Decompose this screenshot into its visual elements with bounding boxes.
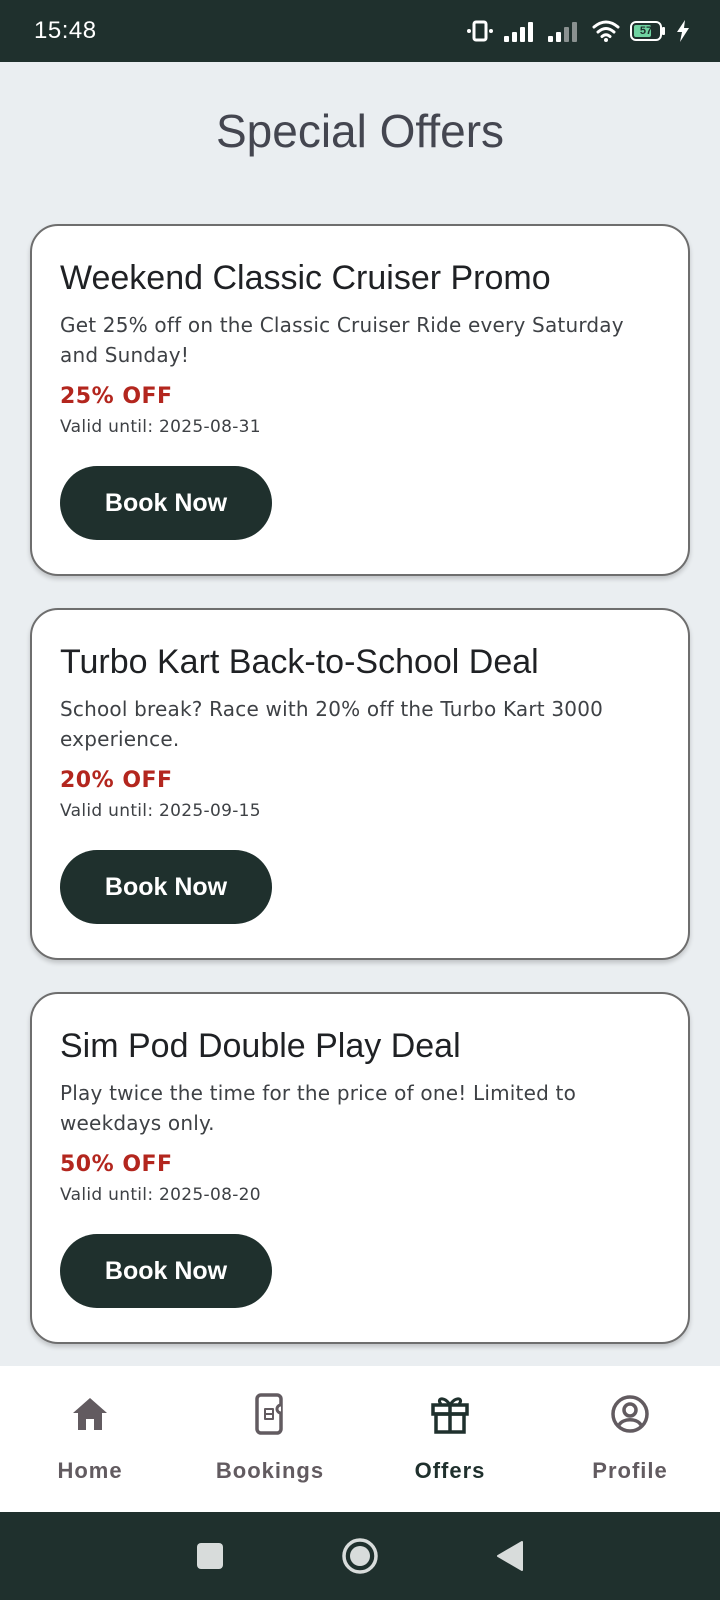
offer-description: School break? Race with 20% off the Turb… — [60, 697, 604, 751]
recents-icon — [197, 1543, 223, 1569]
offer-valid-until: Valid until: 2025-08-31 — [60, 417, 261, 437]
home-button[interactable] — [340, 1536, 380, 1576]
offer-card: Weekend Classic Cruiser Promo Get 25% of… — [30, 224, 690, 576]
nav-item-bookings[interactable]: Bookings — [180, 1366, 360, 1512]
offer-title: Turbo Kart Back-to-School Deal — [60, 643, 539, 681]
nav-label: Offers — [414, 1458, 486, 1483]
status-time: 15:48 — [34, 17, 97, 44]
back-icon — [497, 1541, 523, 1571]
signal-icon — [548, 20, 582, 42]
page-title: Special Offers — [215, 105, 505, 157]
offer-valid-until: Valid until: 2025-09-15 — [60, 801, 261, 821]
gift-icon — [429, 1392, 471, 1436]
signal-icon — [504, 20, 538, 42]
nav-item-profile[interactable]: Profile — [540, 1366, 720, 1512]
wifi-icon — [592, 20, 620, 42]
nav-label: Bookings — [215, 1458, 325, 1483]
charging-icon — [676, 20, 690, 42]
book-now-button[interactable]: Book Now — [60, 850, 272, 924]
nav-label: Home — [57, 1458, 123, 1483]
back-button[interactable] — [490, 1536, 530, 1576]
offer-card: Sim Pod Double Play Deal Play twice the … — [30, 992, 690, 1344]
status-icons: 57 — [466, 20, 690, 42]
offer-discount: 20% OFF — [60, 768, 173, 793]
profile-icon — [609, 1392, 651, 1436]
home-circle-icon — [342, 1538, 378, 1574]
battery-level: 57 — [639, 25, 653, 37]
home-icon — [69, 1392, 111, 1436]
nav-item-offers[interactable]: Offers — [360, 1366, 540, 1512]
offer-valid-until: Valid until: 2025-08-20 — [60, 1185, 261, 1205]
offer-description: Play twice the time for the price of one… — [60, 1081, 577, 1135]
system-nav-bar — [0, 1512, 720, 1600]
offer-title: Weekend Classic Cruiser Promo — [60, 259, 551, 297]
offers-list: Weekend Classic Cruiser Promo Get 25% of… — [30, 224, 690, 1376]
offer-title: Sim Pod Double Play Deal — [60, 1027, 461, 1065]
recents-button[interactable] — [190, 1536, 230, 1576]
book-now-button[interactable]: Book Now — [60, 1234, 272, 1308]
book-now-button[interactable]: Book Now — [60, 466, 272, 540]
vibrate-icon — [466, 20, 494, 42]
battery-icon: 57 — [630, 21, 666, 41]
offer-discount: 25% OFF — [60, 384, 173, 409]
offer-card: Turbo Kart Back-to-School Deal School br… — [30, 608, 690, 960]
nav-label: Profile — [592, 1458, 668, 1483]
offer-discount: 50% OFF — [60, 1152, 173, 1177]
ticket-icon — [249, 1392, 291, 1436]
nav-item-home[interactable]: Home — [0, 1366, 180, 1512]
offer-description: Get 25% off on the Classic Cruiser Ride … — [60, 313, 624, 367]
status-bar: 15:48 57 — [0, 0, 720, 62]
bottom-nav: Home Bookings Offers Profile — [0, 1366, 720, 1512]
